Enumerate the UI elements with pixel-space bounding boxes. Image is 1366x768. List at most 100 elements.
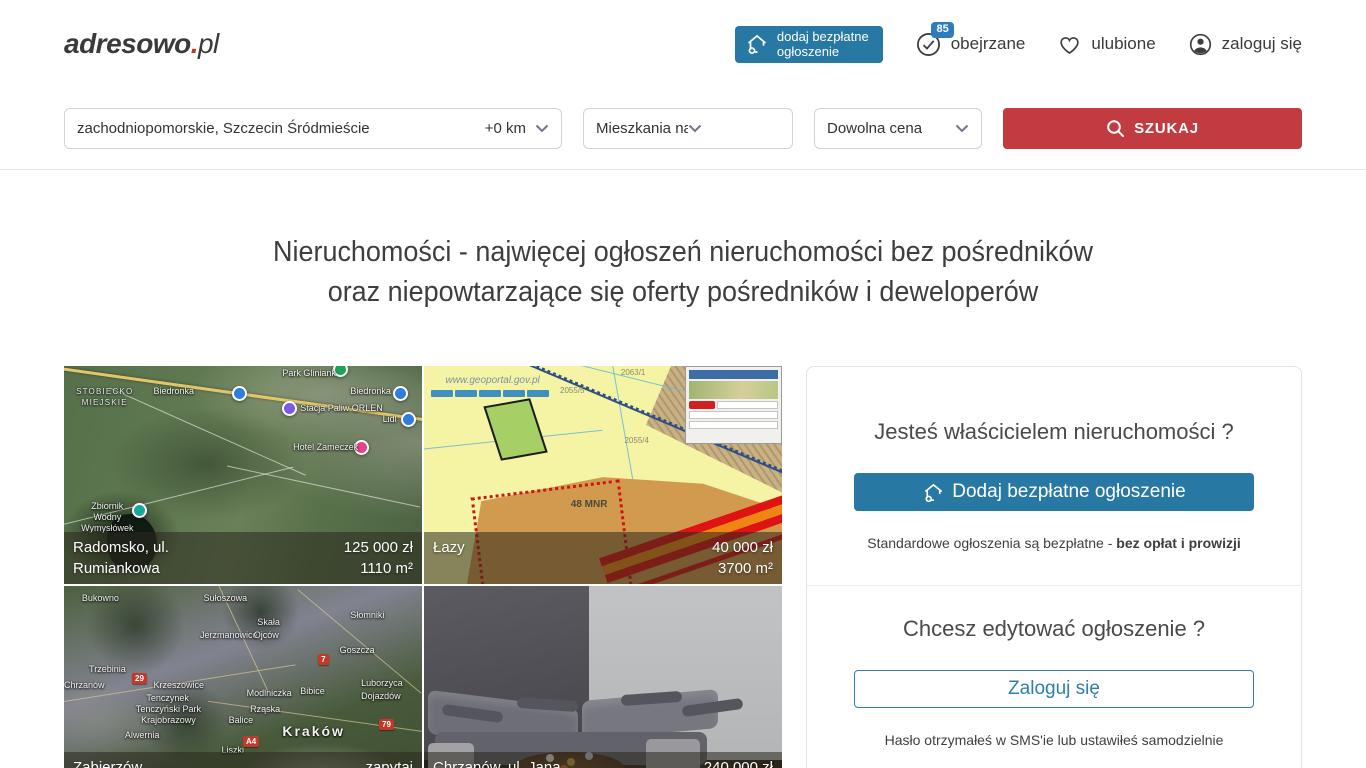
map-place-label: Park Gliniank: [282, 368, 336, 378]
owner-heading: Jesteś właścicielem nieruchomości ?: [807, 419, 1301, 445]
listing-price-area: 240 000 zł: [704, 757, 773, 768]
sms-password-note: Hasło otrzymałeś w SMS'ie lub ustawiłeś …: [807, 732, 1301, 748]
parcel-number-label: 2063/1: [621, 368, 645, 377]
listing-location: Zabierzów: [73, 757, 238, 768]
map-place-label: Stacja Paliw ORLEN: [300, 403, 383, 413]
map-place-label: Dojazdów: [361, 691, 401, 701]
viewed-label: obejrzane: [951, 34, 1026, 54]
map-place-label: Tenczynek: [146, 693, 189, 703]
login-label: zaloguj się: [1222, 34, 1302, 54]
main-content: STOBIECKO MIEJSKIE Biedronka Park Glinia…: [64, 366, 1302, 768]
logo[interactable]: adresowo.pl: [64, 28, 219, 60]
map-place-label: Chrzanów: [64, 680, 105, 690]
radius-select[interactable]: +0 km: [485, 120, 549, 137]
listing-area: 1110 m²: [360, 560, 413, 577]
listing-card[interactable]: www.geoportal.gov.pl 2063/1 2055/5 2055/…: [424, 366, 782, 584]
map-place-label: Trzebinia: [89, 664, 126, 674]
road-shield: A4: [243, 736, 259, 747]
header-nav: dodaj bezpłatne ogłoszenie 85 obejrzane: [735, 26, 1302, 63]
poi-marker-fuel: [282, 401, 297, 416]
viewed-count-badge: 85: [931, 22, 953, 38]
map-place-label: Ojców: [254, 630, 279, 640]
edit-heading: Chcesz edytować ogłoszenie ?: [807, 616, 1301, 642]
listing-price: 125 000 zł: [344, 539, 413, 556]
logo-text: adresowo: [64, 28, 191, 60]
listing-location: Łazy: [433, 537, 598, 579]
highlighted-parcel: [483, 398, 547, 460]
geoportal-minimap-panel: [685, 366, 782, 444]
poi-marker-shop: [401, 412, 416, 427]
listing-area: 3700 m²: [718, 560, 773, 577]
map-place-label: Krzeszowice: [154, 680, 205, 690]
logo-tld: pl: [198, 28, 219, 60]
map-place-label: Tenczyński Park Krajobrazowy: [128, 704, 208, 726]
geoportal-watermark: www.geoportal.gov.pl: [445, 375, 539, 386]
listing-card[interactable]: STOBIECKO MIEJSKIE Biedronka Park Glinia…: [64, 366, 422, 584]
geoportal-toolbar: [431, 390, 549, 397]
search-button-label: SZUKAJ: [1134, 120, 1199, 137]
location-input[interactable]: zachodniopomorskie, Szczecin Śródmieście…: [64, 108, 562, 149]
map-city-label: Kraków: [282, 723, 345, 739]
logo-dot: .: [191, 28, 198, 60]
map-place-label: Balice: [229, 715, 254, 725]
listing-info-overlay: Łazy 40 000 zł 3700 m²: [424, 532, 782, 584]
heart-icon: [1057, 32, 1082, 57]
map-place-label: Hotel Zameczek: [293, 442, 358, 452]
listing-price-area: 125 000 zł 1110 m²: [344, 537, 413, 579]
map-place-label: Alwernia: [125, 730, 160, 740]
login-button-label: Zaloguj się: [1008, 678, 1100, 700]
map-place-label: Skała: [257, 617, 280, 627]
map-place-label: STOBIECKO MIEJSKIE: [75, 386, 135, 408]
map-place-label: Bibice: [300, 686, 325, 696]
listing-map-image: Bukowno Sułoszowa Słomniki Skała Jerzman…: [64, 586, 422, 768]
map-place-label: Lidl: [383, 414, 397, 424]
listings-grid: STOBIECKO MIEJSKIE Biedronka Park Glinia…: [64, 366, 782, 768]
login-button[interactable]: Zaloguj się: [854, 670, 1254, 708]
property-type-select[interactable]: Mieszkania na sprzedaż: [583, 108, 793, 149]
listing-price: 240 000 zł: [704, 759, 773, 768]
price-select[interactable]: Dowolna cena: [814, 108, 982, 149]
house-plus-icon: [745, 32, 769, 56]
listing-info-overlay: Radomsko, ul. Rumiankowa 125 000 zł 1110…: [64, 532, 422, 584]
favorites-link[interactable]: ulubione: [1057, 32, 1155, 57]
listing-photo: [424, 586, 782, 768]
property-type-value: Mieszkania na sprzedaż: [596, 120, 688, 137]
map-place-label: Sułoszowa: [204, 593, 248, 603]
add-free-listing-button[interactable]: Dodaj bezpłatne ogłoszenie: [854, 473, 1254, 511]
chevron-down-icon: [535, 124, 549, 133]
listing-card[interactable]: Bukowno Sułoszowa Słomniki Skała Jerzman…: [64, 586, 422, 768]
poi-marker-shop: [232, 386, 247, 401]
user-icon: [1188, 32, 1213, 57]
map-place-label: Bukowno: [82, 593, 119, 603]
parcel-number-label: 2055/4: [624, 436, 648, 445]
parcel-number-label: 2055/5: [560, 386, 584, 395]
map-place-label: Biedronka: [350, 386, 391, 396]
radius-value: +0 km: [485, 120, 526, 137]
chevron-down-icon: [688, 124, 780, 133]
site-header: adresowo.pl dodaj bezpłatne ogłoszenie: [0, 0, 1366, 88]
header-divider: [0, 169, 1366, 170]
viewed-link[interactable]: 85 obejrzane: [915, 31, 1026, 58]
map-place-label: Biedronka: [154, 386, 195, 396]
magnifier-icon: [1106, 119, 1125, 138]
listing-price-area: 40 000 zł 3700 m²: [712, 537, 773, 579]
road-shield: 79: [379, 719, 394, 730]
map-place-label: Zbiornik Wodny Wymysłówek: [78, 501, 136, 534]
add-listing-label: dodaj bezpłatne ogłoszenie: [777, 29, 869, 59]
search-button[interactable]: SZUKAJ: [1003, 108, 1302, 149]
listing-info-overlay: Zabierzów zapytaj: [64, 752, 422, 768]
add-listing-button[interactable]: dodaj bezpłatne ogłoszenie: [735, 26, 883, 63]
map-place-label: Jerzmanowice: [200, 630, 258, 640]
login-link[interactable]: zaloguj się: [1188, 32, 1302, 57]
road-shield: 7: [318, 654, 328, 665]
listing-price: zapytaj: [365, 759, 413, 768]
map-place-label: Słomniki: [350, 610, 384, 620]
map-place-label: Rząska: [250, 704, 280, 714]
zone-label: 48 MNR: [571, 499, 608, 510]
chevron-down-icon: [955, 124, 969, 133]
listing-location: Radomsko, ul. Rumiankowa: [73, 537, 238, 579]
free-listing-note: Standardowe ogłoszenia są bezpłatne - be…: [807, 535, 1301, 551]
listing-price: 40 000 zł: [712, 539, 773, 556]
search-bar: zachodniopomorskie, Szczecin Śródmieście…: [64, 108, 1302, 149]
listing-card[interactable]: Chrzanów, ul. Jana 240 000 zł: [424, 586, 782, 768]
